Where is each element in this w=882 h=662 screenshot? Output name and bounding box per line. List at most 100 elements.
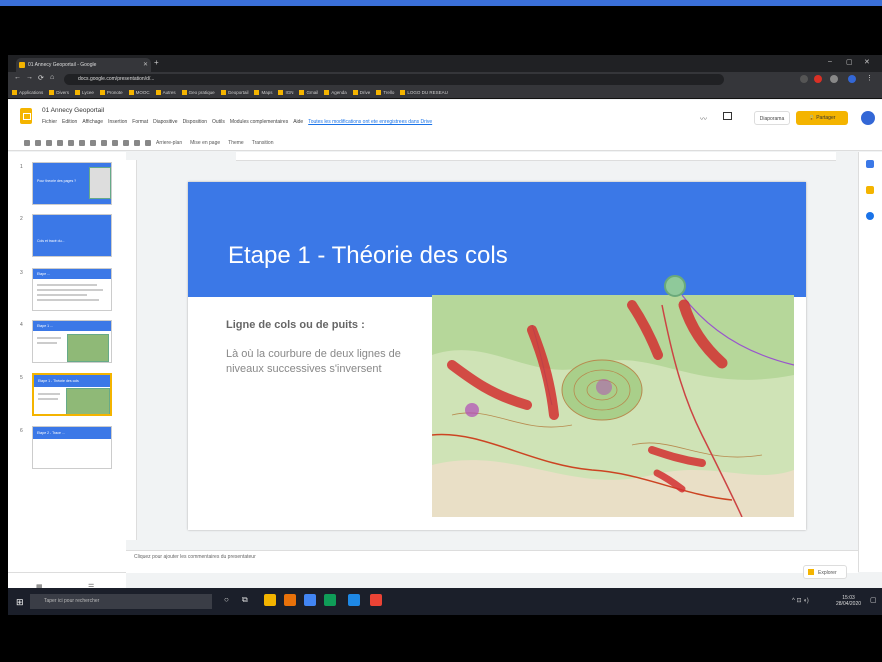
explore-button[interactable]: Explorer [803,565,847,579]
address-bar[interactable]: docs.google.com/presentation/d/... [64,74,724,85]
bookmark-item[interactable]: Maps [254,90,272,95]
toolbar-button[interactable]: Transition [252,140,274,146]
activity-icon[interactable]: 〰 [700,114,707,124]
menu-item[interactable]: Format [132,119,148,125]
taskbar-clock[interactable]: 15:03 28/04/2020 [836,595,861,607]
file-explorer-icon[interactable] [264,594,276,606]
horizontal-ruler [236,152,836,161]
toolbar-button[interactable]: Arriere-plan [156,140,182,146]
bookmark-label: LOGO DU RESEAU [407,90,448,95]
slide[interactable]: Etape 1 - Théorie des cols Ligne de cols… [188,182,806,530]
task-view-icon[interactable]: ⧉ [242,595,248,605]
extension-red-icon[interactable] [814,75,822,83]
menu-item[interactable]: Modules complementaires [230,119,288,125]
shape-icon[interactable] [123,140,129,146]
menu-item[interactable]: Affichage [82,119,103,125]
app-icon[interactable] [348,594,360,606]
menu-item[interactable]: Aide [293,119,303,125]
bookmark-item[interactable]: Trello [376,90,394,95]
bookmark-item[interactable]: LOGO DU RESEAU [400,90,448,95]
app-icon[interactable] [284,594,296,606]
bookmark-item[interactable]: Applications [12,90,43,95]
app-icon[interactable] [324,594,336,606]
bookmark-item[interactable]: IGN [278,90,293,95]
system-tray-icons[interactable]: ^ ⊡ ◖) [792,597,809,604]
slide-title[interactable]: Etape 1 - Théorie des cols [228,242,508,270]
profile-icon[interactable] [848,75,856,83]
slide-body-text[interactable]: Là où la courbure de deux lignes de nive… [226,347,426,377]
app-icon[interactable] [370,594,382,606]
browser-menu-icon[interactable]: ⋮ [866,74,873,82]
redo-icon[interactable] [46,140,52,146]
bookmark-item[interactable]: Pronote [99,90,123,95]
avatar[interactable] [861,111,875,125]
new-slide-icon[interactable] [24,140,30,146]
windows-start-icon[interactable]: ⊞ [16,597,24,608]
present-button[interactable]: Diaporama [754,111,790,125]
bookmark-item[interactable]: Geo pratique [181,90,215,95]
last-edit-link[interactable]: Toutes les modifications ont ete enregis… [308,119,432,125]
zoom-icon[interactable] [79,140,85,146]
minimize-icon[interactable]: – [828,58,832,65]
taskbar-search[interactable]: Taper ici pour rechercher [30,594,212,609]
slide-thumbnail-6[interactable]: Etape 2 - Trace ... [32,426,112,469]
slide-thumbnail-5[interactable]: Etape 1 - Théorie des cols [32,373,112,416]
tasks-icon[interactable] [866,212,874,220]
share-button[interactable]: 🔒 Partager [796,111,848,125]
notifications-icon[interactable]: ▢ [870,596,877,604]
toolbar-button[interactable]: Theme [228,140,244,146]
forward-icon[interactable]: → [26,74,33,81]
bookmark-item[interactable]: Geoportail [220,90,248,95]
textbox-icon[interactable] [101,140,107,146]
calendar-icon[interactable] [866,160,874,168]
bookmark-label: Trello [383,90,395,95]
keep-icon[interactable] [866,186,874,194]
new-tab-icon[interactable]: + [154,58,159,67]
extension-icon[interactable] [800,75,808,83]
cortana-icon[interactable]: ○ [224,595,229,604]
topographic-map-image[interactable] [432,295,794,517]
close-window-icon[interactable]: ✕ [864,58,870,66]
slide-canvas-area: Etape 1 - Théorie des cols Ligne de cols… [126,152,858,550]
bookmark-item[interactable]: Divers [49,90,69,95]
slide-thumbnail-3[interactable]: Etape ... [32,268,112,311]
menu-item[interactable]: Insertion [108,119,127,125]
bookmark-item[interactable]: Agenda [324,90,347,95]
comment-add-icon[interactable] [145,140,151,146]
browser-tab[interactable]: 01 Annecy Geoportail - Google ✕ [16,58,151,72]
slide-thumbnail-2[interactable]: Cols et tracé du... [32,214,112,257]
home-icon[interactable]: ⌂ [50,74,54,81]
reload-icon[interactable]: ⟳ [38,74,44,82]
document-title[interactable]: 01 Annecy Geoportail [42,107,104,114]
undo-icon[interactable] [35,140,41,146]
menu-item[interactable]: Edition [62,119,77,125]
comment-icon[interactable] [723,112,732,120]
toolbar-button[interactable]: Mise en page [190,140,220,146]
slide-thumbnail-4[interactable]: Etape 1 ... [32,320,112,363]
select-icon[interactable] [90,140,96,146]
slide-subtitle[interactable]: Ligne de cols ou de puits : [226,319,365,331]
close-tab-icon[interactable]: ✕ [143,58,148,72]
speaker-notes[interactable]: Cliquez pour ajouter les commentaires du… [126,550,858,573]
menu-item[interactable]: Disposition [183,119,207,125]
bookmark-item[interactable]: MOOC [128,90,150,95]
maximize-icon[interactable]: ▢ [846,58,853,66]
line-icon[interactable] [134,140,140,146]
menu-item[interactable]: Diapositive [153,119,177,125]
rotation-handle[interactable] [664,275,686,297]
slide-thumbnail-1[interactable]: Pour theorie des pages ? [32,162,112,205]
paint-format-icon[interactable] [68,140,74,146]
bookmark-item[interactable]: Lycee [75,90,94,95]
image-icon[interactable] [112,140,118,146]
extension-icon[interactable] [830,75,838,83]
bookmark-folder-icon [376,90,382,95]
chrome-icon[interactable] [304,594,316,606]
bookmark-item[interactable]: Gmail [299,90,318,95]
back-icon[interactable]: ← [14,74,21,81]
bookmark-item[interactable]: Drive [352,90,370,95]
bookmark-item[interactable]: Autres [155,90,176,95]
menu-item[interactable]: Outils [212,119,225,125]
slides-logo-icon[interactable] [20,108,32,124]
print-icon[interactable] [57,140,63,146]
menu-item[interactable]: Fichier [42,119,57,125]
